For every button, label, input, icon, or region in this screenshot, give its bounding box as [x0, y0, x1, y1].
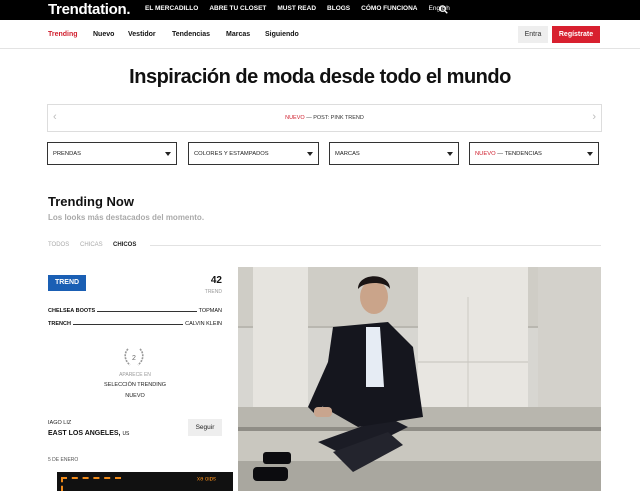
filter-tab-chicos[interactable]: CHICOS: [113, 242, 136, 248]
login-button[interactable]: Entra: [518, 26, 548, 43]
look-item-name: CHELSEA BOOTS: [48, 308, 98, 314]
news-carousel: ‹ NUEVO — POST: PINK TREND ›: [47, 104, 602, 132]
top-nav-blogs[interactable]: BLOGS: [327, 5, 350, 12]
tab-nuevo[interactable]: Nuevo: [93, 31, 114, 38]
filter-label: PRENDAS: [53, 151, 82, 157]
tab-trending[interactable]: Trending: [48, 31, 78, 38]
look-photo-illustration: [238, 267, 601, 491]
location-country: US: [122, 431, 130, 437]
look-item-name: TRENCH: [48, 321, 73, 327]
caret-down-icon: [165, 152, 171, 156]
section-nav: Trending Nuevo Vestidor Tendencias Marca…: [0, 20, 640, 49]
top-bar: Trendtation. EL MERCADILLO ABRE TU CLOSE…: [0, 0, 640, 20]
chevron-right-icon[interactable]: ›: [592, 111, 596, 123]
filter-label-text: TENDENCIAS: [504, 151, 542, 157]
rank-number: 2: [132, 355, 136, 362]
section-subtitle: Los looks más destacados del momento.: [48, 213, 205, 222]
tab-tendencias[interactable]: Tendencias: [172, 31, 210, 38]
filter-marcas[interactable]: MARCAS: [329, 142, 459, 165]
top-nav-closet[interactable]: ABRE TU CLOSET: [209, 5, 266, 12]
filter-label: NUEVO — TENDENCIAS: [475, 151, 542, 157]
look-photo[interactable]: [238, 267, 601, 491]
tab-siguiendo[interactable]: Siguiendo: [265, 31, 299, 38]
trend-count-label: TREND: [204, 289, 222, 295]
register-button[interactable]: Regístrate: [552, 26, 600, 43]
appears-selection-new[interactable]: NUEVO: [48, 393, 222, 399]
carousel-message[interactable]: NUEVO — POST: PINK TREND: [48, 115, 601, 121]
filter-tendencias[interactable]: NUEVO — TENDENCIAS: [469, 142, 599, 165]
laurel-rank-icon: 2: [124, 348, 144, 366]
location-city: EAST LOS ANGELES,: [48, 430, 121, 437]
tab-marcas[interactable]: Marcas: [226, 31, 250, 38]
filter-tab-chicas[interactable]: CHICAS: [80, 242, 103, 248]
filter-separator: —: [497, 151, 504, 157]
ad-banner[interactable]: sdio ex: [57, 472, 233, 491]
top-nav: EL MERCADILLO ABRE TU CLOSET MUST READ B…: [145, 5, 461, 12]
carousel-tag: NUEVO: [285, 115, 305, 121]
page-title: Inspiración de moda desde todo el mundo: [129, 66, 511, 88]
filter-colores[interactable]: COLORES Y ESTAMPADOS: [188, 142, 319, 165]
appears-selection[interactable]: SELECCIÓN TRENDING: [48, 382, 222, 388]
filter-label: COLORES Y ESTAMPADOS: [194, 151, 269, 157]
caret-down-icon: [587, 152, 593, 156]
ad-text: sdio ex: [197, 475, 217, 481]
filter-prendas[interactable]: PRENDAS: [47, 142, 177, 165]
look-item-brand: CALVIN KLEIN: [183, 321, 222, 327]
filter-new-tag: NUEVO: [475, 151, 496, 157]
look-item-brand: TOPMAN: [196, 308, 222, 314]
trend-count: 42: [210, 275, 222, 286]
appears-label: APARECE EN: [119, 372, 151, 378]
post-date: 5 DE ENERO: [48, 457, 79, 463]
ad-graphic: [61, 477, 121, 491]
follow-button[interactable]: Seguir: [188, 419, 222, 436]
look-item-row[interactable]: TRENCH CALVIN KLEIN: [48, 321, 222, 329]
caret-down-icon: [307, 152, 313, 156]
divider: [150, 245, 601, 246]
tab-vestidor[interactable]: Vestidor: [128, 31, 156, 38]
author-name[interactable]: IAGO LIZ: [48, 420, 71, 426]
filter-tab-todos[interactable]: TODOS: [48, 242, 69, 248]
section-title: Trending Now: [48, 194, 134, 209]
trend-badge[interactable]: TREND: [48, 275, 86, 291]
caret-down-icon: [447, 152, 453, 156]
top-nav-mercadillo[interactable]: EL MERCADILLO: [145, 5, 198, 12]
search-icon[interactable]: [439, 5, 448, 14]
author-location: EAST LOS ANGELES, US: [48, 430, 129, 437]
carousel-text: POST: PINK TREND: [313, 115, 364, 121]
site-logo[interactable]: Trendtation.: [48, 1, 131, 18]
carousel-separator: —: [306, 115, 312, 121]
top-nav-must-read[interactable]: MUST READ: [277, 5, 316, 12]
look-item-row[interactable]: CHELSEA BOOTS TOPMAN: [48, 308, 222, 316]
filter-label: MARCAS: [335, 151, 360, 157]
top-nav-como-funciona[interactable]: CÓMO FUNCIONA: [361, 5, 417, 12]
